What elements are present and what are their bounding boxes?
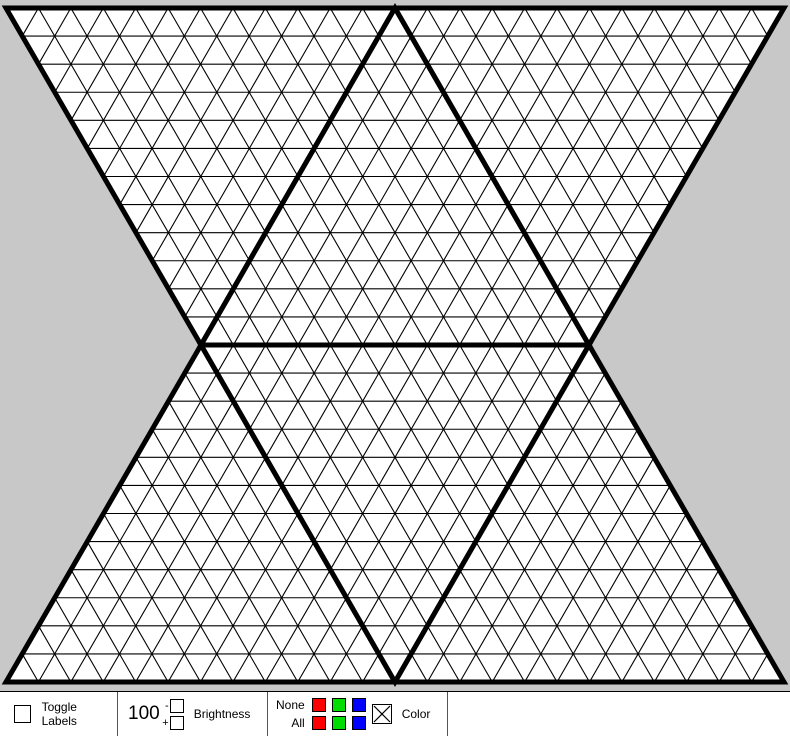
brightness-increment-button[interactable] <box>169 715 184 730</box>
toggle-labels-checkbox[interactable] <box>14 705 31 723</box>
all-red-swatch[interactable] <box>311 716 326 730</box>
all-blue-swatch[interactable] <box>351 716 366 730</box>
brightness-value: 100 <box>128 703 160 724</box>
brightness-decrement-button[interactable] <box>169 698 184 713</box>
decrement-sign: - <box>165 699 169 712</box>
color-group: None All Color <box>268 692 448 736</box>
none-green-swatch[interactable] <box>331 698 346 712</box>
crossed-box-icon <box>373 705 391 723</box>
toggle-labels-group: Toggle Labels <box>0 692 118 736</box>
brightness-group: 100 - + Brightness <box>118 692 268 736</box>
none-blue-swatch[interactable] <box>351 698 366 712</box>
control-toolbar: Toggle Labels 100 - + Brightness None Al… <box>0 691 790 736</box>
toggle-labels-label: Toggle Labels <box>41 700 77 728</box>
color-toggle-checkbox[interactable] <box>371 704 392 724</box>
all-label: All <box>291 716 305 730</box>
brightness-label: Brightness <box>193 707 251 721</box>
color-row-labels: None All <box>276 696 305 732</box>
color-label: Color <box>401 707 431 721</box>
increment-sign: + <box>162 716 169 729</box>
none-red-swatch[interactable] <box>311 698 326 712</box>
all-green-swatch[interactable] <box>331 716 346 730</box>
none-label: None <box>276 698 305 712</box>
triangle-grid-canvas[interactable] <box>0 0 790 691</box>
color-swatch-grid <box>311 698 366 730</box>
hexaflexagon-net-board[interactable] <box>0 0 790 691</box>
brightness-stepper: - + <box>162 697 184 731</box>
